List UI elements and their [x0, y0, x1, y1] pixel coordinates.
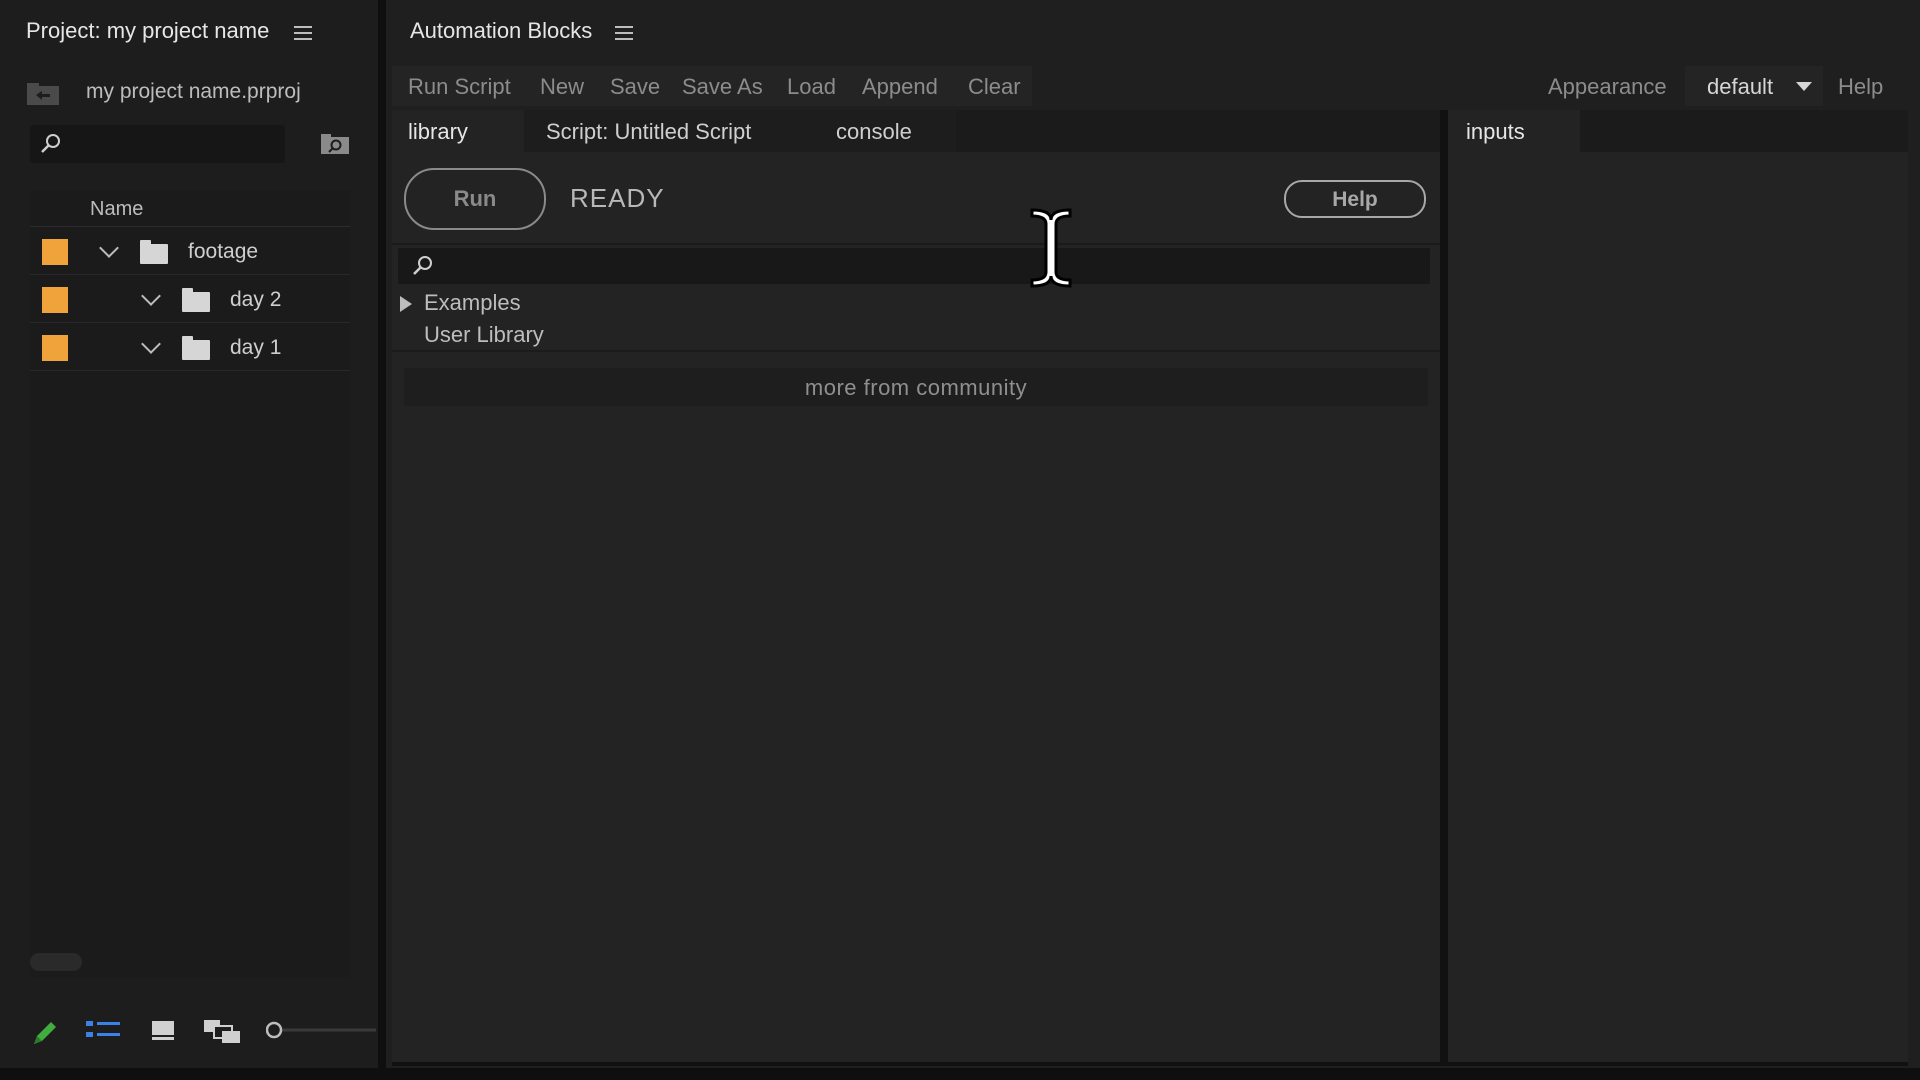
- user-library-folder[interactable]: User Library: [424, 322, 544, 348]
- chevron-down-icon[interactable]: [99, 238, 119, 258]
- appearance-label: Appearance: [1548, 74, 1667, 99]
- panel-menu-icon[interactable]: [294, 26, 312, 40]
- help-menu-item[interactable]: Help: [1838, 74, 1883, 100]
- tab-inputs[interactable]: inputs: [1448, 110, 1580, 152]
- clear-button[interactable]: Clear: [968, 74, 1021, 100]
- inputs-content: [1448, 152, 1908, 1062]
- name-column-header[interactable]: Name: [30, 190, 350, 227]
- toolbar: Run Script New Save Save As Load Append …: [392, 66, 1032, 106]
- tab-library[interactable]: library: [392, 110, 524, 152]
- panel-menu-icon[interactable]: [615, 26, 633, 40]
- tab-inputs-label: inputs: [1466, 119, 1525, 144]
- save-button[interactable]: Save: [610, 74, 660, 100]
- list-view-icon[interactable]: [86, 1020, 120, 1042]
- horizontal-scrollbar[interactable]: [30, 953, 82, 971]
- more-from-community-label: more from community: [804, 375, 1028, 400]
- tab-script[interactable]: Script: Untitled Script: [524, 110, 806, 152]
- help-button[interactable]: Help: [1284, 180, 1426, 218]
- run-script-button[interactable]: Run Script: [408, 74, 511, 100]
- search-icon: [41, 134, 60, 153]
- tab-library-label: library: [408, 119, 468, 144]
- project-tree: footage day 2 day 1: [30, 227, 350, 977]
- icon-view-icon[interactable]: [152, 1019, 174, 1041]
- load-button[interactable]: Load: [787, 74, 836, 100]
- more-from-community-button[interactable]: more from community: [404, 368, 1428, 406]
- chevron-down-icon[interactable]: [141, 334, 161, 354]
- tab-console[interactable]: console: [806, 110, 956, 152]
- run-button[interactable]: Run: [404, 168, 546, 230]
- help-button-label: Help: [1332, 188, 1378, 211]
- divider: [392, 1062, 1908, 1066]
- divider: [392, 350, 1440, 352]
- pencil-icon[interactable]: [30, 1018, 60, 1048]
- folder-icon: [140, 240, 168, 264]
- label-color-swatch[interactable]: [42, 335, 68, 361]
- tree-item-label: day 1: [230, 336, 282, 359]
- library-search-input[interactable]: [398, 248, 1430, 284]
- name-column-label: Name: [90, 198, 144, 220]
- append-button[interactable]: Append: [862, 74, 938, 100]
- save-as-button[interactable]: Save As: [682, 74, 763, 100]
- text-cursor-icon: [1030, 208, 1072, 288]
- project-panel: Project: my project name my project name…: [0, 0, 378, 1068]
- expand-triangle-icon[interactable]: [400, 296, 412, 312]
- divider: [392, 243, 1440, 245]
- project-file-name: my project name.prproj: [86, 80, 301, 103]
- automation-blocks-title: Automation Blocks: [410, 18, 593, 43]
- label-color-swatch[interactable]: [42, 287, 68, 313]
- examples-folder[interactable]: Examples: [424, 290, 521, 316]
- project-search-input[interactable]: [30, 125, 285, 163]
- appearance-dropdown[interactable]: default: [1685, 66, 1823, 106]
- search-icon: [413, 256, 432, 275]
- tab-script-label: Script: Untitled Script: [546, 119, 752, 144]
- tree-row[interactable]: day 2: [30, 275, 350, 323]
- status-text: READY: [570, 183, 665, 213]
- zoom-slider[interactable]: [266, 1020, 376, 1040]
- library-content: [392, 152, 1440, 1062]
- chevron-down-icon[interactable]: [141, 286, 161, 306]
- panel-divider[interactable]: [1440, 110, 1448, 1066]
- caret-down-icon: [1796, 82, 1812, 91]
- tree-row[interactable]: day 1: [30, 323, 350, 371]
- new-button[interactable]: New: [540, 74, 584, 100]
- tab-bar: library Script: Untitled Script console: [392, 110, 1440, 152]
- project-file-icon: [27, 83, 59, 105]
- project-panel-title: Project: my project name: [26, 18, 270, 43]
- folder-icon: [182, 336, 210, 360]
- run-button-label: Run: [453, 186, 497, 211]
- appearance-value: default: [1707, 74, 1774, 99]
- tab-console-label: console: [836, 119, 912, 144]
- find-bin-icon[interactable]: [320, 133, 350, 155]
- freeform-view-icon[interactable]: [204, 1018, 242, 1046]
- tree-item-label: day 2: [230, 288, 282, 311]
- label-color-swatch[interactable]: [42, 239, 68, 265]
- tree-item-label: footage: [188, 240, 259, 263]
- folder-icon: [182, 288, 210, 312]
- tree-row[interactable]: footage: [30, 227, 350, 275]
